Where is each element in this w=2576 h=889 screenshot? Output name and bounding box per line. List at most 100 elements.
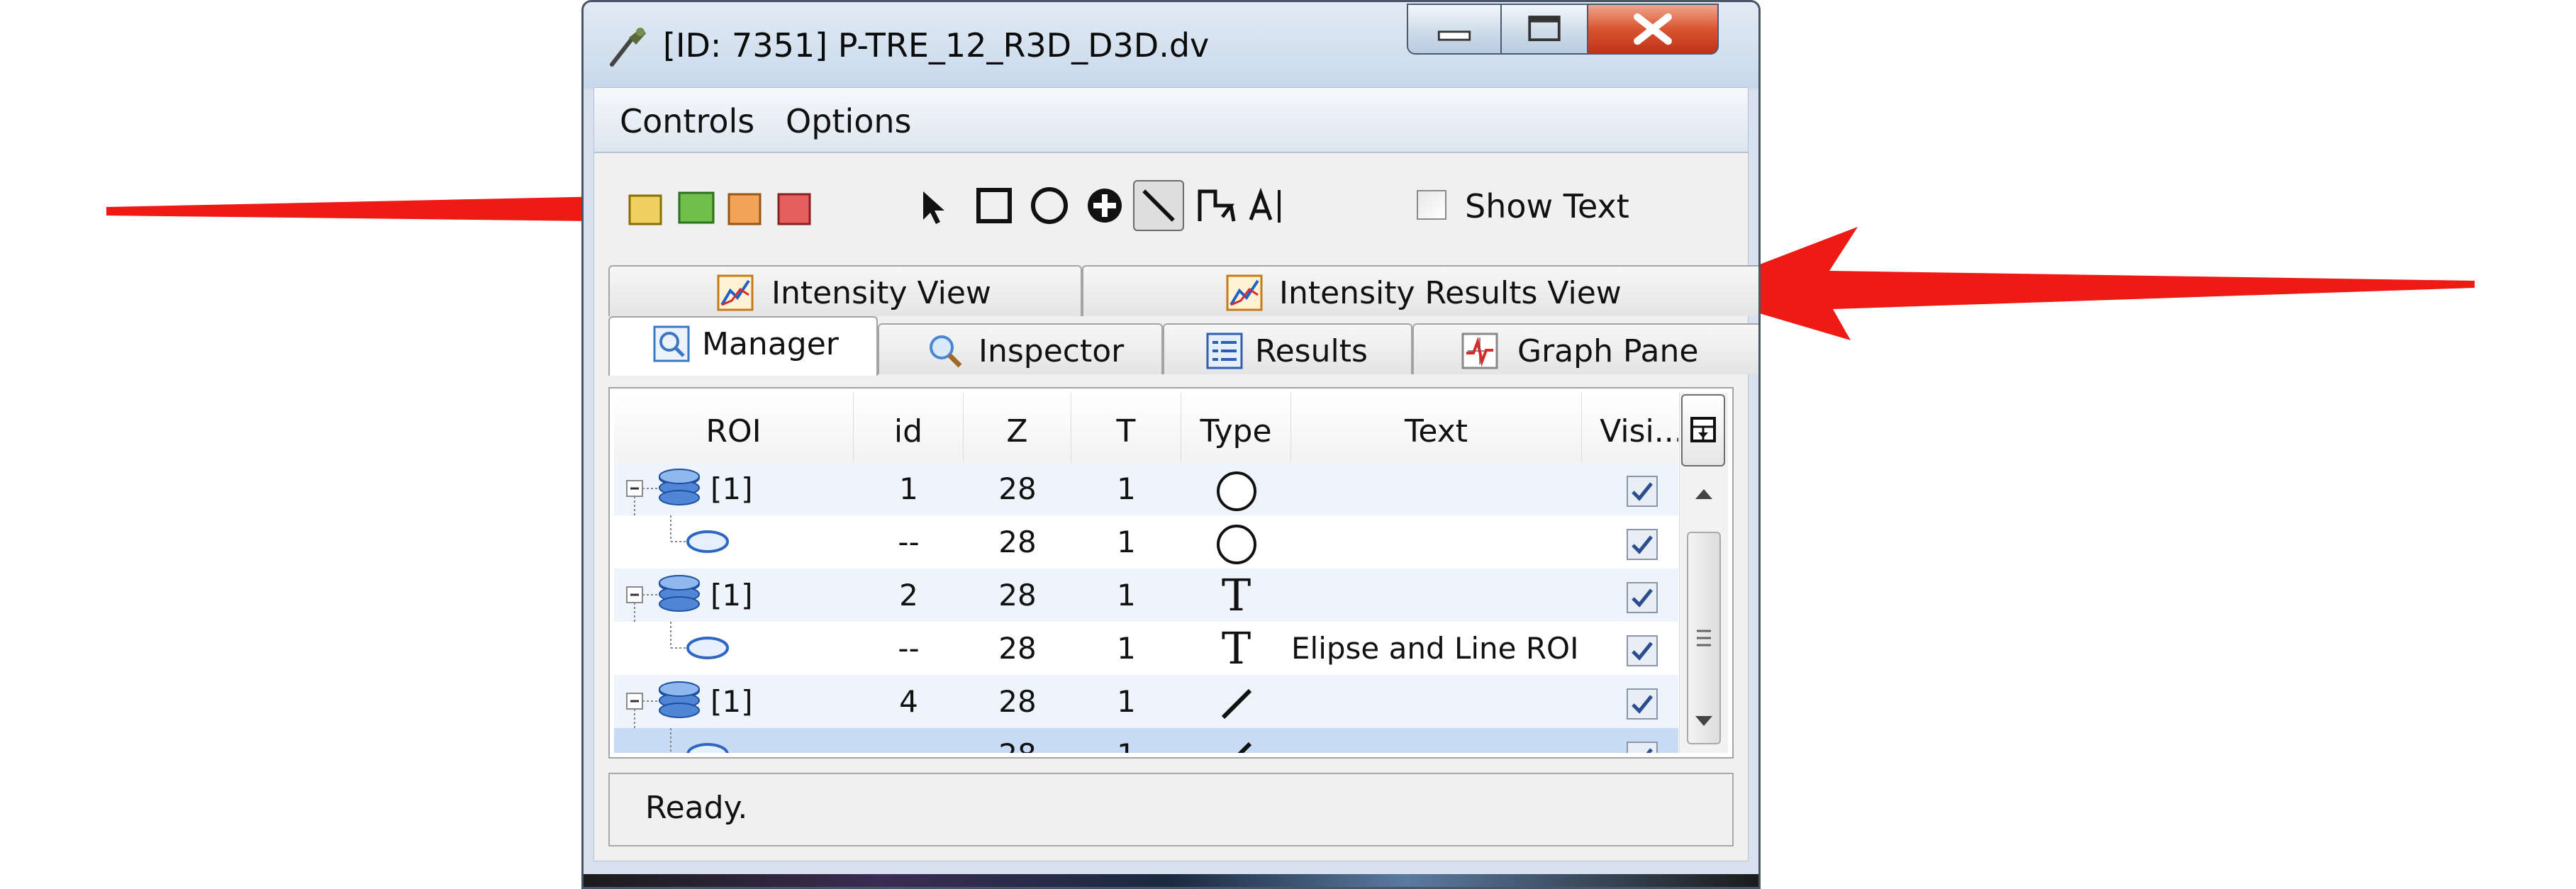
scroll-up-icon[interactable] [1680,469,1728,519]
status-bar: Ready. [608,773,1734,846]
tab-intensity-view-label: Intensity View [771,275,991,311]
visible-checkbox[interactable] [1626,581,1658,614]
maximize-button[interactable] [1500,4,1588,55]
roi-label: [1] [710,684,753,719]
text-icon[interactable] [1241,180,1292,231]
column-header[interactable]: T [1071,393,1181,471]
red-arrow-right [1688,227,2475,340]
title-bar[interactable]: [ID: 7351] P-TRE_12_R3D_D3D.dv [584,2,1758,86]
point-icon[interactable] [1079,180,1130,231]
minimize-icon [1437,30,1471,41]
visible-checkbox[interactable] [1626,741,1658,754]
roi-cell [614,515,854,569]
column-header[interactable]: ROI [614,393,854,471]
menu-bar: Controls Options [593,87,1749,152]
window-controls [1407,4,1719,57]
z-cell: 28 [998,631,1037,666]
tab-graph-pane[interactable]: Graph Pane [1412,323,1758,374]
polyline-icon[interactable] [1190,180,1241,231]
pointer-icon[interactable] [905,180,956,231]
type-cell: T [1181,569,1291,622]
z-cell: 28 [998,684,1037,719]
visible-checkbox[interactable] [1626,528,1658,561]
line-icon[interactable] [1133,180,1184,231]
vertical-scrollbar[interactable] [1679,393,1728,753]
tab-results-label: Results [1255,333,1368,369]
file-tools-icon[interactable] [623,181,935,231]
roi-cell [614,622,854,675]
content-area: Show Text Intensity View Intensity Resul… [593,152,1758,861]
tab-intensity-results-view[interactable]: Intensity Results View [1082,265,1758,316]
column-header[interactable]: Visi... [1582,393,1678,471]
text-cell [1291,569,1582,622]
visible-cell [1582,728,1678,753]
roi-cell [614,728,854,753]
line-type-icon [1237,742,1251,753]
table-row[interactable]: [1] 4 28 1 [614,675,1678,728]
text-type-icon: T [1221,569,1251,621]
id-cell: -- [898,525,920,559]
roi-cell: [1] [614,462,854,515]
show-text-checkbox[interactable] [1417,190,1446,220]
text-type-icon: T [1221,622,1251,674]
t-cell: 1 [1117,578,1136,613]
rectangle-icon[interactable] [969,180,1020,231]
show-text-label: Show Text [1465,187,1629,225]
tab-inspector[interactable]: Inspector [878,323,1163,374]
t-cell: 1 [1071,728,1181,753]
ellipse-type-icon [1216,471,1256,511]
type-cell: T [1181,622,1291,675]
menu-options[interactable]: Options [786,102,912,140]
z-cell: 28 [998,578,1037,613]
column-header[interactable]: id [854,393,964,471]
roi-label: [1] [710,578,753,613]
roi-table: ROI id Z T Type Text Visi... [1] 1 28 1 -- 28 1 [1] 2 2… [614,393,1678,753]
roi-label: [1] [710,471,753,506]
tab-results[interactable]: Results [1163,323,1412,374]
status-text: Ready. [645,790,748,826]
roi-window: [ID: 7351] P-TRE_12_R3D_D3D.dv Controls [581,0,1761,889]
id-cell: 1 [899,471,918,506]
view-tabs: Intensity View Intensity Results View [608,265,1758,316]
tab-manager[interactable]: Manager [608,316,878,376]
table-row[interactable]: [1] 2 28 1 T [614,569,1678,622]
close-button[interactable] [1587,4,1719,55]
ellipse-type-icon [1216,524,1256,564]
id-cell: 2 [899,578,918,613]
magnifier-icon [930,335,962,368]
minimize-button[interactable] [1407,4,1502,55]
t-cell: 1 [1117,471,1136,506]
toolbar: Show Text [594,153,1748,259]
text-cell [1291,515,1582,569]
list-icon [1206,332,1243,369]
visible-checkbox[interactable] [1626,475,1658,508]
roi-child-icon [670,728,729,753]
tab-intensity-view[interactable]: Intensity View [608,265,1082,316]
column-chooser-icon [1690,417,1716,442]
roi-child-icon [670,515,729,553]
column-header[interactable]: Text [1291,393,1582,471]
t-cell: 1 [1117,684,1136,719]
close-icon [1634,13,1672,45]
column-header[interactable]: Type [1181,393,1291,471]
column-chooser-button[interactable] [1681,394,1725,466]
table-row[interactable]: [1] 1 28 1 [614,462,1678,515]
table-row[interactable]: -- 28 1 T Elipse and Line ROI [614,622,1678,675]
ellipse-icon[interactable] [1024,180,1075,231]
table-row[interactable]: --281 [614,728,1678,753]
visible-checkbox[interactable] [1626,688,1658,720]
t-cell: 1 [1117,631,1136,666]
visible-checkbox[interactable] [1626,634,1658,667]
type-cell [1181,728,1291,753]
scroll-down-icon[interactable] [1680,696,1728,746]
menu-controls[interactable]: Controls [620,102,754,140]
window-title: [ID: 7351] P-TRE_12_R3D_D3D.dv [663,26,1210,65]
table-row[interactable]: --281 [614,515,1678,569]
column-header[interactable]: Z [964,393,1071,471]
text-cell [1291,728,1582,753]
text-cell: Elipse and Line ROI [1291,631,1579,666]
maximize-icon [1528,16,1561,41]
visible-cell [1582,622,1678,675]
roi-cell: [1] [614,675,854,728]
type-cell [1181,462,1291,515]
